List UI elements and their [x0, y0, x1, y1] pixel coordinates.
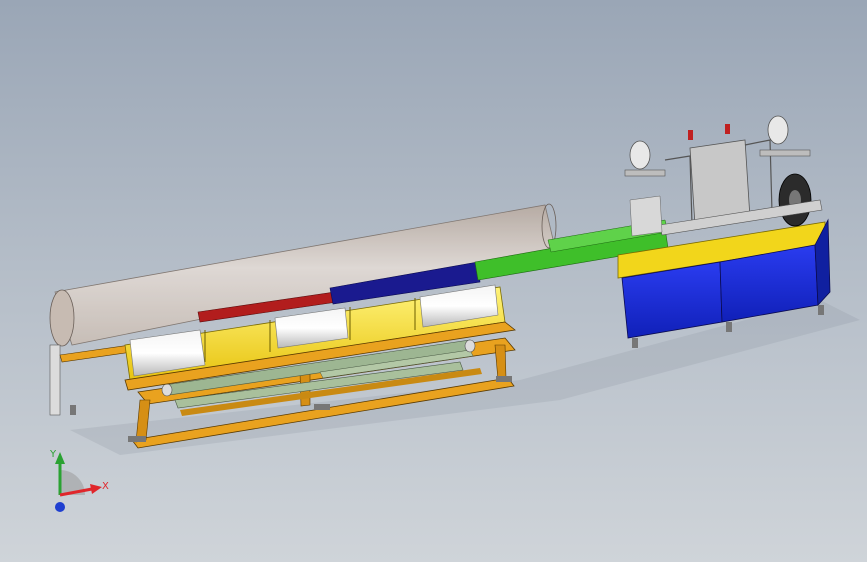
z-axis-dot-icon	[55, 502, 65, 512]
cad-viewport[interactable]: Y X	[0, 0, 867, 562]
coordinate-triad[interactable]: Y X	[49, 449, 109, 512]
machine-assembly-drawing: Y X	[49, 115, 860, 512]
x-axis-arrow-icon	[90, 484, 102, 494]
x-axis-label: X	[102, 481, 109, 492]
y-axis-label: Y	[49, 449, 57, 460]
y-axis-arrow-icon	[55, 452, 65, 464]
